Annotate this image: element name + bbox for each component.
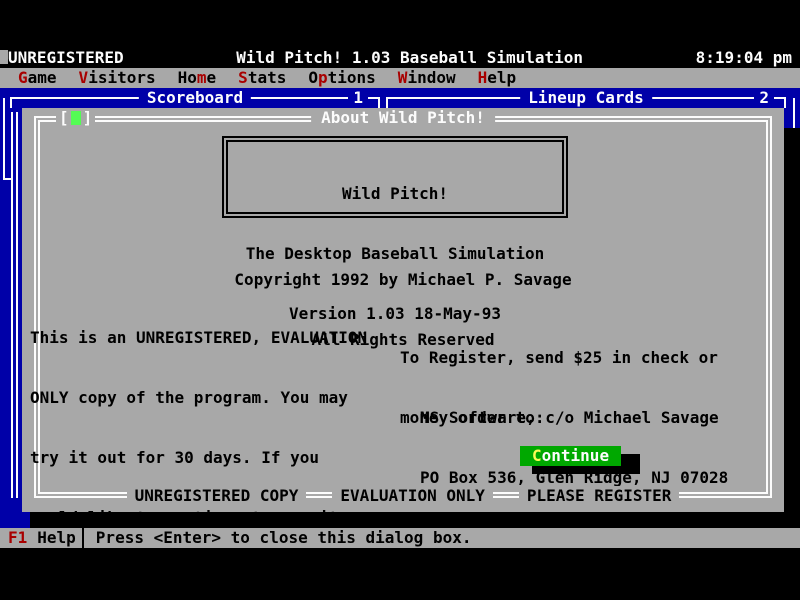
window-lineup-cards-title: Lineup Cards xyxy=(520,88,652,108)
window-scoreboard-titlebar[interactable]: Scoreboard 1 xyxy=(10,88,380,108)
dialog-title: About Wild Pitch! xyxy=(311,108,495,128)
window-border xyxy=(793,98,795,128)
program-info-box: Wild Pitch! The Desktop Baseball Simulat… xyxy=(222,136,568,218)
close-button[interactable]: [] xyxy=(56,108,95,128)
close-icon xyxy=(71,111,81,125)
window-border xyxy=(378,97,380,108)
registration-status: UNREGISTERED xyxy=(8,48,124,68)
menu-home[interactable]: Home xyxy=(178,68,217,88)
menu-options[interactable]: Options xyxy=(308,68,375,88)
window-border xyxy=(10,97,12,108)
screen-edge-artifact xyxy=(0,50,8,64)
continue-button[interactable]: Continue xyxy=(520,446,621,466)
window-lineup-cards-number: 2 xyxy=(754,88,774,108)
program-name: Wild Pitch! xyxy=(228,184,562,204)
menu-stats[interactable]: Stats xyxy=(238,68,286,88)
flag-please-register: PLEASE REGISTER xyxy=(519,486,680,506)
window-scoreboard-number: 1 xyxy=(348,88,368,108)
menu-visitors[interactable]: Visitors xyxy=(79,68,156,88)
window-border xyxy=(16,112,18,498)
desktop: Scoreboard 1 Lineup Cards 2 [] About Wil… xyxy=(0,88,800,528)
window-lineup-cards-titlebar[interactable]: Lineup Cards 2 xyxy=(386,88,786,108)
evaluation-notice: This is an UNREGISTERED, EVALUATION ONLY… xyxy=(30,288,367,600)
app-titlebar: UNREGISTERED Wild Pitch! 1.03 Baseball S… xyxy=(0,48,800,68)
menu-game[interactable]: Game xyxy=(18,68,57,88)
menu-window[interactable]: Window xyxy=(398,68,456,88)
dialog-shadow xyxy=(784,128,800,528)
menubar: Game Visitors Home Stats Options Window … xyxy=(0,68,800,88)
statusbar-message: Press <Enter> to close this dialog box. xyxy=(96,528,472,548)
clock: 8:19:04 pm xyxy=(696,48,792,68)
f1-key-label[interactable]: Help xyxy=(37,528,76,548)
flag-unregistered-copy: UNREGISTERED COPY xyxy=(127,486,307,506)
window-border xyxy=(11,112,13,498)
window-border xyxy=(3,98,5,180)
window-scoreboard-title: Scoreboard xyxy=(139,88,251,108)
statusbar-divider xyxy=(82,528,84,548)
app-title: Wild Pitch! 1.03 Baseball Simulation xyxy=(236,48,583,68)
footer-flags: UNREGISTERED COPY EVALUATION ONLY PLEASE… xyxy=(22,486,784,506)
f1-key-hint[interactable]: F1 xyxy=(8,528,27,548)
window-border xyxy=(386,97,388,108)
window-border xyxy=(784,97,786,108)
screen: UNREGISTERED Wild Pitch! 1.03 Baseball S… xyxy=(0,0,800,600)
menu-help[interactable]: Help xyxy=(478,68,517,88)
statusbar: F1 Help Press <Enter> to close this dial… xyxy=(0,528,800,548)
flag-evaluation-only: EVALUATION ONLY xyxy=(332,486,493,506)
about-dialog: [] About Wild Pitch! Wild Pitch! The Des… xyxy=(22,108,784,512)
